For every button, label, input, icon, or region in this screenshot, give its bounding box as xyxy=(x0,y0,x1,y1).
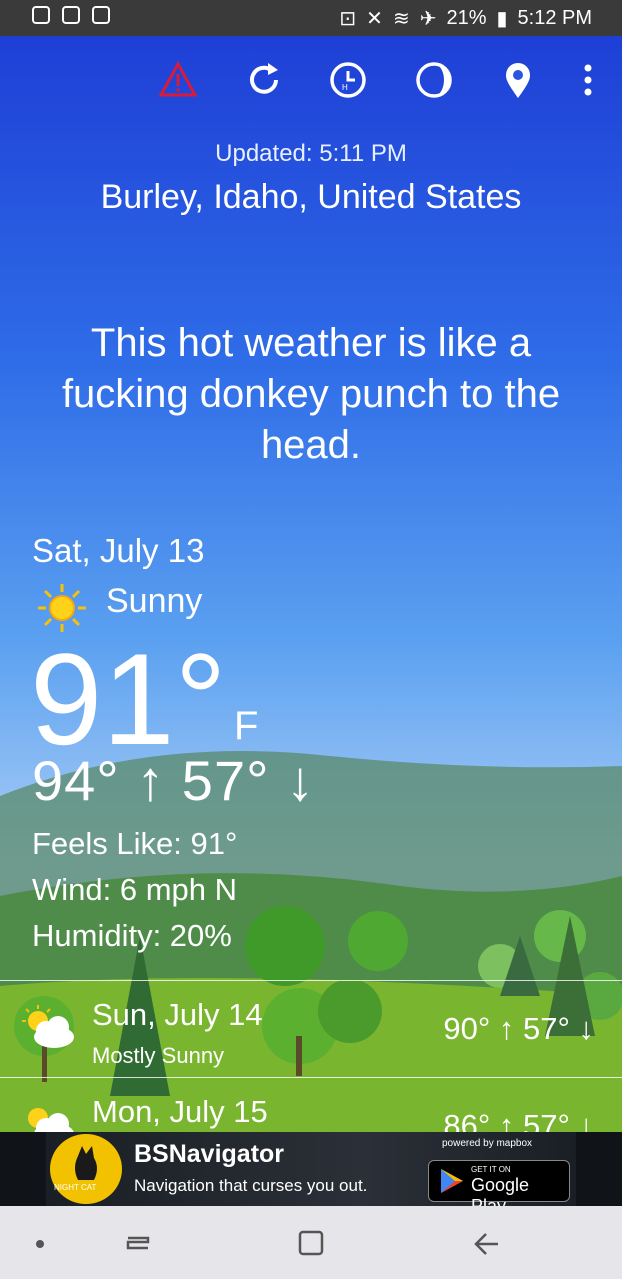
forecast-high-low: 86° ↑ 57° ↓ xyxy=(443,1108,594,1132)
history-icon: H xyxy=(330,62,366,98)
status-bar: ⊡ ✕ ≋ ✈ 21% ▮ 5:12 PM xyxy=(0,0,622,36)
forecast-day: Mon, July 15 xyxy=(92,1094,268,1129)
alert-button[interactable] xyxy=(156,58,200,102)
airplane-icon: ✈ xyxy=(419,8,437,30)
moon-phase-icon xyxy=(416,62,452,98)
store-small-text: GET IT ON xyxy=(471,1165,511,1174)
high-low-temperature: 94° ↑ 57° ↓ xyxy=(32,749,316,812)
forecast-condition: Mostly Sunny xyxy=(92,1043,225,1068)
forecast-row[interactable]: Sun, July 14 Mostly Sunny 90° ↑ 57° ↓ xyxy=(0,980,622,1077)
forecast-day: Sun, July 14 xyxy=(92,997,263,1032)
temperature-unit[interactable]: F xyxy=(234,704,258,749)
sim-icon xyxy=(92,6,110,24)
location-button[interactable] xyxy=(496,58,540,102)
wind: Wind: 6 mph N xyxy=(32,872,238,907)
refresh-button[interactable] xyxy=(242,58,286,102)
weather-quip: This hot weather is like a fucking donke… xyxy=(61,321,561,467)
overflow-menu-button[interactable] xyxy=(568,58,608,102)
mute-icon: ✕ xyxy=(366,8,383,30)
home-icon xyxy=(298,1230,324,1256)
partly-cloudy-icon xyxy=(16,1003,78,1056)
ad-powered-by: powered by mapbox xyxy=(442,1138,533,1149)
svg-text:H: H xyxy=(342,83,348,92)
ad-banner[interactable]: NIGHT CAT BSNavigator Navigation that cu… xyxy=(0,1132,622,1216)
battery-percent: 21% xyxy=(446,7,487,29)
location-name[interactable]: Burley, Idaho, United States xyxy=(0,178,622,217)
battery-icon: ▮ xyxy=(496,8,508,30)
humidity: Humidity: 20% xyxy=(32,918,232,953)
refresh-icon xyxy=(250,63,278,94)
alert-icon xyxy=(158,60,198,97)
forecast-row[interactable]: Mon, July 15 86° ↑ 57° ↓ xyxy=(0,1077,622,1132)
ad-content[interactable]: NIGHT CAT BSNavigator Navigation that cu… xyxy=(46,1132,576,1216)
instagram-icon xyxy=(32,6,50,24)
ad-subtitle: Navigation that curses you out. xyxy=(134,1176,368,1195)
night-cat-logo: NIGHT CAT xyxy=(50,1134,122,1204)
moon-phase-button[interactable] xyxy=(412,58,456,102)
feels-like: Feels Like: 91° xyxy=(32,826,238,861)
more-vert-icon xyxy=(584,64,592,96)
current-date: Sat, July 13 xyxy=(32,532,205,569)
back-icon xyxy=(474,1233,498,1255)
weather-main[interactable]: H Updated: 5:11 PM Burley, Idaho, United… xyxy=(0,36,622,1132)
history-button[interactable]: H xyxy=(326,58,370,102)
lock-icon: ⊡ xyxy=(339,8,357,30)
forecast-high-low: 90° ↑ 57° ↓ xyxy=(443,1011,594,1046)
notification-icon xyxy=(62,6,80,24)
wifi-icon: ≋ xyxy=(392,8,410,30)
clock: 5:12 PM xyxy=(517,7,592,29)
current-condition: Sunny xyxy=(106,582,203,620)
system-nav-bar xyxy=(0,1206,622,1279)
toolbar: H xyxy=(0,58,622,106)
partly-cloudy-icon xyxy=(16,1100,78,1132)
updated-time: Updated: 5:11 PM xyxy=(215,140,407,167)
location-pin-icon xyxy=(506,63,530,98)
google-play-button[interactable]: GET IT ON Google Play xyxy=(428,1160,570,1216)
nav-dot-icon xyxy=(36,1240,44,1248)
recent-apps-icon xyxy=(126,1236,150,1250)
play-store-icon xyxy=(441,1169,463,1193)
ad-title: BSNavigator xyxy=(134,1140,285,1168)
logo-text: NIGHT CAT xyxy=(54,1183,96,1192)
